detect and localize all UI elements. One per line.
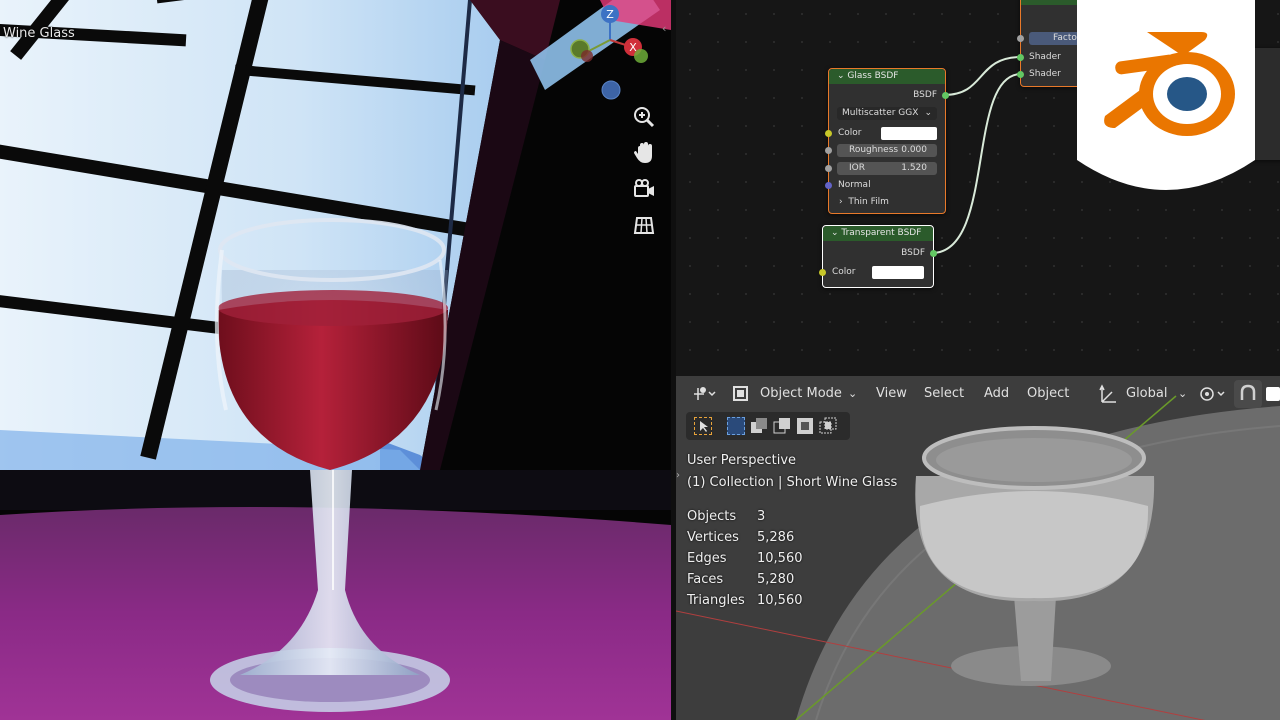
select-invert-icon[interactable]	[796, 417, 814, 435]
color-socket[interactable]	[825, 130, 832, 137]
chevron-right-icon[interactable]: ›	[676, 470, 680, 481]
menu-add[interactable]: Add	[984, 380, 1009, 408]
transparent-output-socket[interactable]	[930, 250, 937, 257]
view-perspective: User Perspective	[687, 453, 797, 468]
normal-socket[interactable]	[825, 182, 832, 189]
snap-toggle[interactable]	[1266, 387, 1280, 401]
glass-bsdf-node[interactable]: ⌄ Glass BSDF BSDF Multiscatter GGX ⌄ Colo…	[825, 68, 949, 214]
stat-value-faces: 5,280	[757, 572, 795, 587]
render-viewport[interactable]: Wine Glass Z X ‹	[0, 0, 671, 720]
stat-label-vertices: Vertices	[687, 530, 739, 545]
shader-socket-1[interactable]	[1017, 54, 1024, 61]
stat-value-edges: 10,560	[757, 551, 803, 566]
zoom-in-icon[interactable]	[631, 104, 657, 130]
transparent-bsdf-node[interactable]: ⌄ Transparent BSDF BSDF Color	[819, 225, 937, 288]
object-mode-icon	[733, 386, 748, 401]
chevron-right-icon: ›	[839, 197, 843, 207]
select-new-icon[interactable]	[727, 417, 745, 435]
roughness-field[interactable]: Roughness 0.000	[837, 144, 937, 157]
editor-type-icon[interactable]	[688, 380, 718, 408]
ior-socket[interactable]	[825, 165, 832, 172]
menu-view[interactable]: View	[876, 380, 907, 408]
factor-socket[interactable]	[1017, 35, 1024, 42]
transparent-color-socket[interactable]	[819, 269, 826, 276]
transparent-output-label: BSDF	[901, 248, 925, 258]
thin-film-panel[interactable]: › Thin Film	[829, 194, 945, 210]
select-subtract-icon[interactable]	[773, 417, 791, 435]
menu-select[interactable]: Select	[924, 380, 964, 408]
transparent-bsdf-header[interactable]: ⌄ Transparent BSDF	[823, 226, 933, 241]
stat-label-edges: Edges	[687, 551, 727, 566]
bsdf-output-label: BSDF	[913, 90, 937, 100]
color-swatch[interactable]	[881, 127, 937, 140]
orientation-dropdown[interactable]: Global ⌄	[1098, 380, 1188, 408]
blender-logo	[1077, 0, 1255, 190]
ior-field[interactable]: IOR 1.520	[837, 162, 937, 175]
grid-icon[interactable]	[631, 212, 657, 238]
stat-label-objects: Objects	[687, 509, 737, 524]
shader-socket-2[interactable]	[1017, 71, 1024, 78]
chevron-down-icon: ⌄	[924, 108, 932, 118]
camera-icon[interactable]	[631, 176, 657, 202]
transform-orientation-icon	[1099, 384, 1116, 403]
collapse-arrow-icon[interactable]: ⌄	[837, 71, 847, 81]
pivot-icon[interactable]	[1196, 380, 1230, 408]
sidebar-toggle[interactable]: ‹	[662, 22, 666, 35]
hand-icon[interactable]	[631, 140, 657, 166]
viewport-label: Wine Glass	[3, 26, 75, 41]
viewport-header: Object Mode ⌄ View Select Add Object Glo…	[676, 380, 1280, 408]
svg-text:Z: Z	[606, 8, 614, 21]
viewport-3d[interactable]: Object Mode ⌄ View Select Add Object Glo…	[676, 376, 1280, 720]
select-extend-icon[interactable]	[750, 417, 768, 435]
axis-gizmo[interactable]: Z X	[565, 0, 655, 105]
transparent-color-swatch[interactable]	[872, 266, 924, 279]
menu-object[interactable]: Object	[1027, 380, 1069, 408]
roughness-socket[interactable]	[825, 147, 832, 154]
normal-label: Normal	[838, 180, 871, 190]
stat-value-objects: 3	[757, 509, 766, 524]
glass-bsdf-header[interactable]: ⌄ Glass BSDF	[829, 69, 945, 84]
stat-value-triangles: 10,560	[757, 593, 803, 608]
stat-label-faces: Faces	[687, 572, 724, 587]
select-intersect-icon[interactable]	[819, 417, 837, 435]
stat-label-triangles: Triangles	[687, 593, 745, 608]
select-tool-icon[interactable]	[694, 417, 712, 435]
collapse-arrow-icon[interactable]: ⌄	[831, 228, 841, 238]
chevron-down-icon: ⌄	[848, 387, 858, 400]
bsdf-output-socket[interactable]	[942, 92, 949, 99]
render-image	[0, 0, 671, 720]
tool-settings	[686, 412, 850, 440]
distribution-dropdown[interactable]: Multiscatter GGX ⌄	[837, 107, 937, 120]
active-collection: (1) Collection | Short Wine Glass	[687, 475, 898, 490]
stat-value-vertices: 5,286	[757, 530, 795, 545]
snap-icon[interactable]	[1234, 380, 1262, 408]
chevron-down-icon: ⌄	[1178, 387, 1188, 400]
mode-dropdown[interactable]: Object Mode ⌄	[732, 380, 862, 408]
